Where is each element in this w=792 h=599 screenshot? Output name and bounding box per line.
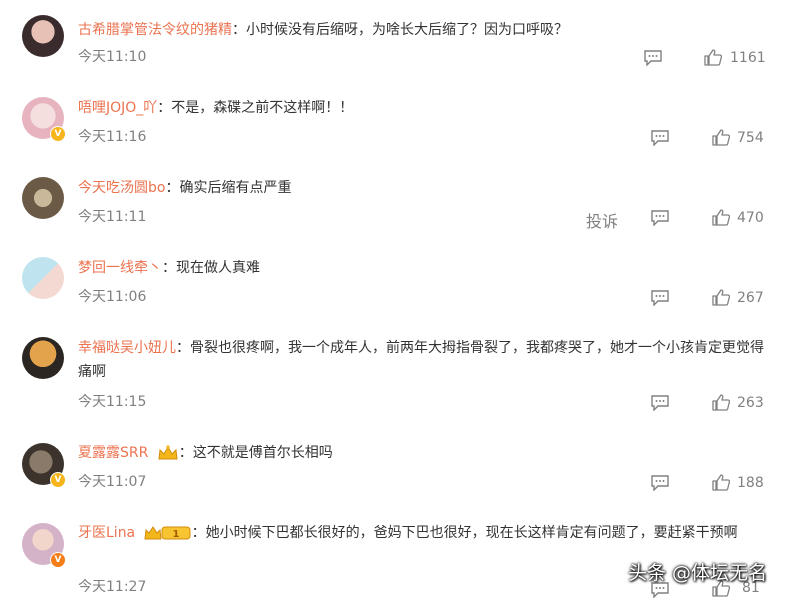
username-link[interactable]: 幸福哒吴小妞儿 <box>78 340 176 356</box>
username-link[interactable]: 牙医Lina <box>78 525 135 541</box>
comment-time: 今天11:15 <box>78 394 147 410</box>
reply-icon[interactable] <box>651 130 669 146</box>
username-link[interactable]: 夏露露SRR <box>78 445 148 461</box>
like-icon[interactable] <box>712 129 730 146</box>
comment-time: 今天11:07 <box>78 474 147 490</box>
like-count: 267 <box>737 290 764 306</box>
username-link[interactable]: 今天吃汤圆bo <box>78 180 165 196</box>
like-icon[interactable] <box>712 289 730 306</box>
avatar[interactable] <box>22 337 64 379</box>
comment-text: 梦回一线牵丶：现在做人真难 <box>78 256 774 280</box>
like-icon[interactable] <box>712 474 730 491</box>
separator: ： <box>165 180 180 196</box>
separator: ： <box>232 22 246 38</box>
comment-content: 这不就是傅首尔长相吗 <box>192 445 333 461</box>
comment-content: 不是，森碟之前不这样啊！！ <box>171 100 354 116</box>
like-count: 754 <box>737 130 764 146</box>
comment-content: 现在做人真难 <box>176 260 260 276</box>
avatar[interactable] <box>22 177 64 219</box>
separator: ： <box>162 260 176 276</box>
separator: ： <box>176 340 190 356</box>
comment-text: 夏露露SRR ：这不就是傅首尔长相吗 <box>78 441 774 465</box>
separator: ： <box>191 525 206 541</box>
crown-icon <box>158 445 178 460</box>
comment-text: 今天吃汤圆bo：确实后缩有点严重 <box>78 176 774 200</box>
avatar[interactable] <box>22 15 64 57</box>
avatar[interactable] <box>22 257 64 299</box>
like-count: 470 <box>737 210 764 226</box>
reply-icon[interactable] <box>651 475 669 491</box>
comment-text: 幸福哒吴小妞儿：骨裂也很疼啊，我一个成年人，前两年大拇指骨裂了，我都疼哭了，她才… <box>78 336 774 384</box>
comment-time: 今天11:11 <box>78 209 147 225</box>
comment-content: 小时候没有后缩呀，为啥长大后缩了？因为口呼吸？ <box>246 22 568 38</box>
like-icon[interactable] <box>712 394 730 411</box>
like-count: 188 <box>737 475 764 491</box>
separator: ： <box>178 445 193 461</box>
verified-badge: V <box>50 472 66 488</box>
reply-icon[interactable] <box>651 290 669 306</box>
vip-level-badge: 1 <box>144 526 191 540</box>
comment-time: 今天11:16 <box>78 129 147 145</box>
comment-text: 唔哩JOJO_吖：不是，森碟之前不这样啊！！ <box>78 96 774 120</box>
like-icon[interactable] <box>712 209 730 226</box>
username-link[interactable]: 古希腊掌管法令纹的猪精 <box>78 22 232 38</box>
comment-time: 今天11:27 <box>78 579 147 595</box>
like-count: 263 <box>737 395 764 411</box>
username-link[interactable]: 梦回一线牵丶 <box>78 260 162 276</box>
comment-time: 今天11:06 <box>78 289 147 305</box>
reply-icon[interactable] <box>644 50 662 66</box>
like-count: 1161 <box>730 50 766 66</box>
comment-content: 她小时候下巴都长很好的，爸妈下巴也很好，现在长这样肯定有问题了，要赶紧干预啊 <box>205 525 738 541</box>
verified-badge: V <box>50 552 66 568</box>
svg-text:1: 1 <box>172 529 179 540</box>
reply-icon[interactable] <box>651 210 669 226</box>
username-link[interactable]: 唔哩JOJO_吖 <box>78 100 157 116</box>
separator: ： <box>157 100 172 116</box>
watermark: 头条 @体坛无名 <box>628 562 768 584</box>
comment-text: 牙医Lina 1 ：她小时候下巴都长很好的，爸妈下巴也很好，现在长这样肯定有问题了… <box>78 521 774 545</box>
like-icon[interactable] <box>704 49 722 66</box>
reply-icon[interactable] <box>651 395 669 411</box>
comment-content: 确实后缩有点严重 <box>179 180 292 196</box>
comment-time: 今天11:10 <box>78 49 147 65</box>
report-link[interactable]: 投诉 <box>586 208 618 232</box>
comment-text: 古希腊掌管法令纹的猪精：小时候没有后缩呀，为啥长大后缩了？因为口呼吸？ <box>78 18 774 42</box>
verified-badge: V <box>50 126 66 142</box>
